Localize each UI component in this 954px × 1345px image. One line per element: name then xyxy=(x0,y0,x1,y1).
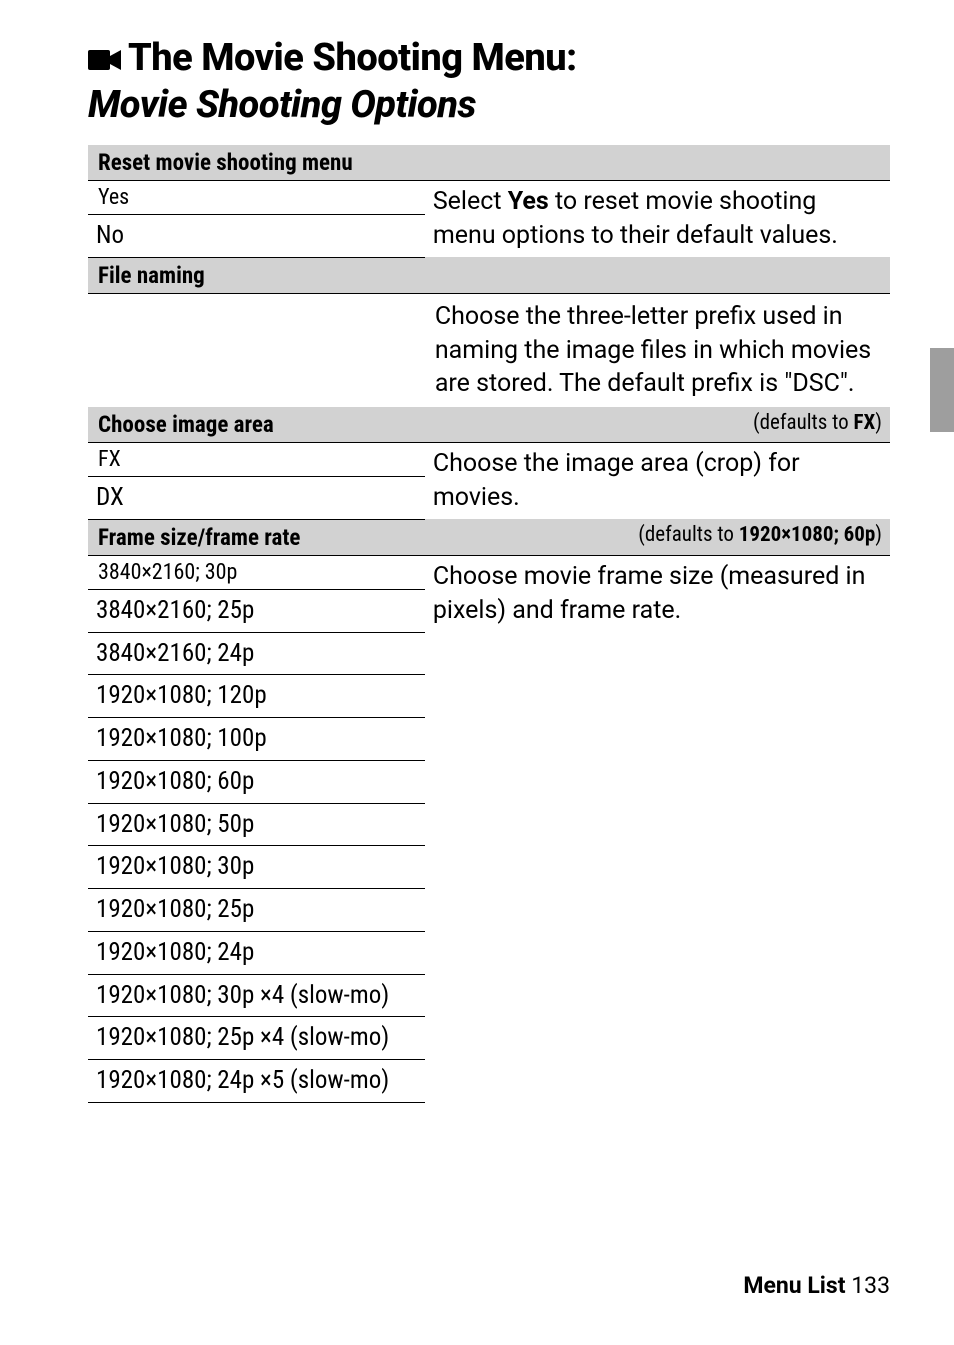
section-header-row: File naming xyxy=(88,257,890,293)
section-header-row: Choose image area (defaults to FX) xyxy=(88,407,890,443)
page-footer: Menu List 133 xyxy=(743,1272,890,1299)
title-text-1: The Movie Shooting Menu: xyxy=(128,36,577,80)
footer-label: Menu List xyxy=(743,1272,845,1299)
option-row: Yes Select Yes to reset movie shooting m… xyxy=(88,181,890,215)
page-title-line1: The Movie Shooting Menu: xyxy=(88,36,890,83)
footer-page: 133 xyxy=(851,1272,890,1299)
option-label: 1920×1080; 24p ×5 (slow-mo) xyxy=(96,1066,389,1095)
page-title-line2: Movie Shooting Options xyxy=(88,83,890,127)
option-label: DX xyxy=(96,483,124,512)
option-label: No xyxy=(96,221,124,250)
option-label: 1920×1080; 30p ×4 (slow-mo) xyxy=(96,981,389,1010)
option-label: 1920×1080; 25p xyxy=(96,895,254,924)
option-row: FX Choose the image area (crop) for movi… xyxy=(88,443,890,477)
option-label: 1920×1080; 50p xyxy=(96,810,254,839)
option-label: 1920×1080; 120p xyxy=(96,681,267,710)
section-header: File naming xyxy=(98,262,205,289)
option-label: 3840×2160; 24p xyxy=(96,639,254,668)
section-desc: Choose movie frame size (measured in pix… xyxy=(425,555,890,1102)
settings-table: Reset movie shooting menu Yes Select Yes… xyxy=(88,145,890,1103)
section-desc: Select Yes to reset movie shooting menu … xyxy=(425,181,890,258)
section-header-row: Reset movie shooting menu xyxy=(88,145,890,181)
page: The Movie Shooting Menu: Movie Shooting … xyxy=(0,0,954,1345)
option-label: Yes xyxy=(98,185,129,210)
defaults-prefix: (defaults to xyxy=(753,411,854,435)
movie-icon xyxy=(88,39,122,83)
section-desc: Choose the three-letter prefix used in n… xyxy=(425,293,890,407)
side-tab xyxy=(930,348,954,432)
section-desc: Choose the image area (crop) for movies. xyxy=(425,443,890,520)
option-row: 3840×2160; 30p Choose movie frame size (… xyxy=(88,555,890,589)
option-label: 1920×1080; 30p xyxy=(96,852,254,881)
option-label: 1920×1080; 100p xyxy=(96,724,267,753)
defaults-suffix: ) xyxy=(875,411,882,435)
desc-part: Select xyxy=(433,187,508,216)
option-label: 1920×1080; 25p ×4 (slow-mo) xyxy=(96,1023,389,1052)
defaults-prefix: (defaults to xyxy=(638,523,739,547)
section-header: Reset movie shooting menu xyxy=(98,149,353,176)
section-desc-row: Choose the three-letter prefix used in n… xyxy=(88,293,890,407)
defaults-value: FX xyxy=(854,411,876,435)
defaults-suffix: ) xyxy=(875,523,882,547)
option-label: 1920×1080; 60p xyxy=(96,767,254,796)
page-title-block: The Movie Shooting Menu: Movie Shooting … xyxy=(88,36,890,127)
option-label: 3840×2160; 25p xyxy=(96,596,254,625)
section-header-row: Frame size/frame rate (defaults to 1920×… xyxy=(88,519,890,555)
desc-bold: Yes xyxy=(508,187,549,216)
option-label: 1920×1080; 24p xyxy=(96,938,254,967)
section-header: Frame size/frame rate xyxy=(98,524,300,551)
section-header-right: (defaults to FX) xyxy=(425,407,890,443)
section-header: Choose image area xyxy=(98,411,274,438)
option-label: FX xyxy=(98,447,121,472)
option-label: 3840×2160; 30p xyxy=(98,560,237,585)
section-header-right: (defaults to 1920×1080; 60p) xyxy=(425,519,890,555)
defaults-value: 1920×1080; 60p xyxy=(739,523,876,547)
